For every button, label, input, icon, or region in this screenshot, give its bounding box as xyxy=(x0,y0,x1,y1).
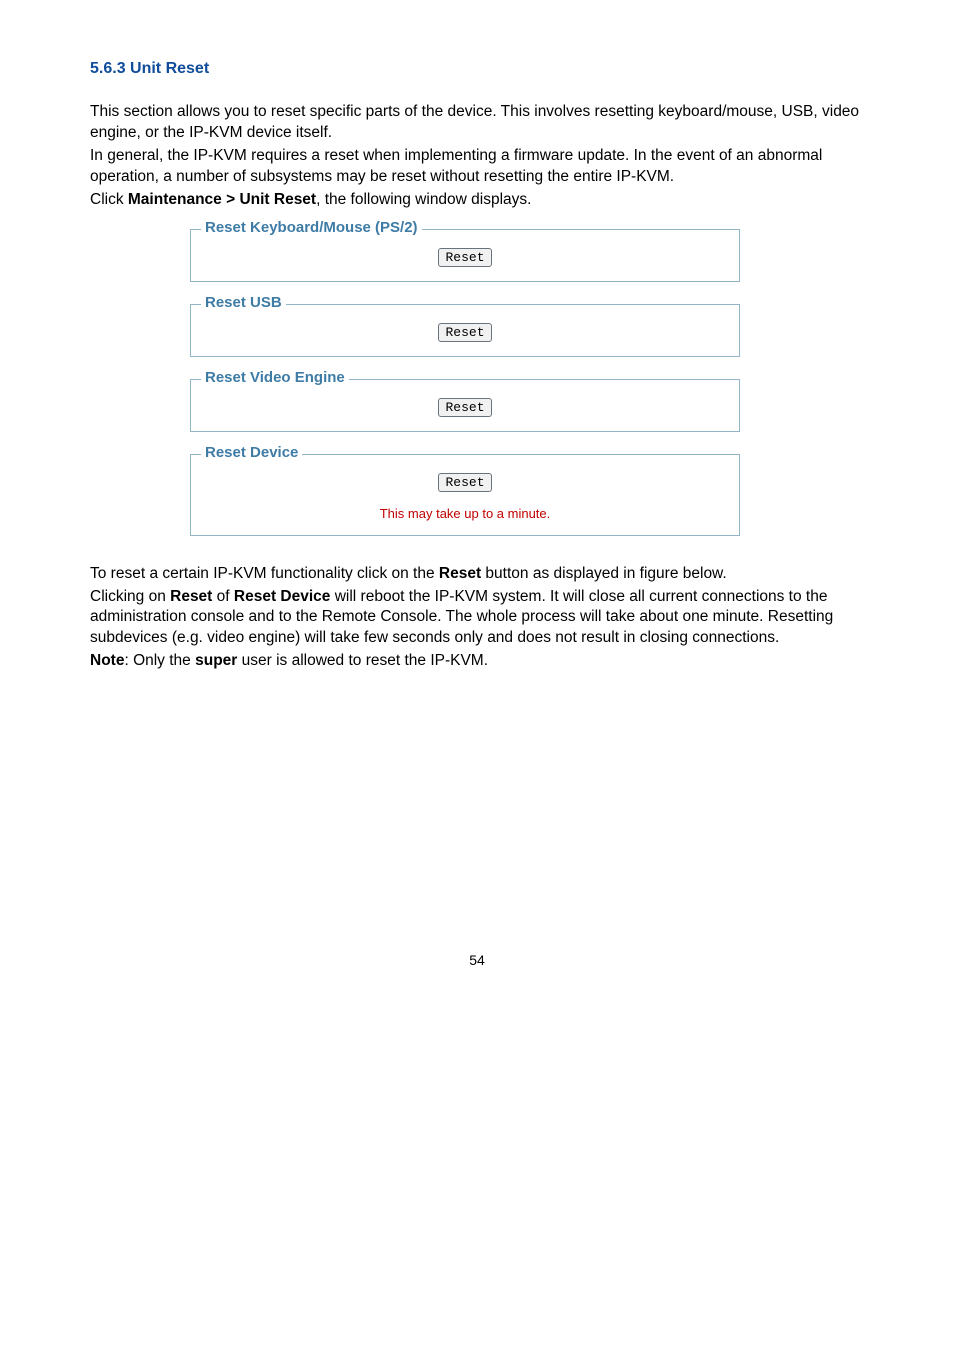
fieldset-reset-device: Reset Device Reset This may take up to a… xyxy=(190,454,740,536)
outro-para-2: Clicking on Reset of Reset Device will r… xyxy=(90,587,864,650)
intro-para-3: Click Maintenance > Unit Reset, the foll… xyxy=(90,190,864,211)
fieldset-reset-video-engine: Reset Video Engine Reset xyxy=(190,379,740,432)
reset-panels: Reset Keyboard/Mouse (PS/2) Reset Reset … xyxy=(190,229,740,536)
intro-para-1: This section allows you to reset specifi… xyxy=(90,102,864,144)
legend-device: Reset Device xyxy=(201,444,302,461)
fieldset-reset-usb: Reset USB Reset xyxy=(190,304,740,357)
intro-p3-bold: Maintenance > Unit Reset xyxy=(128,191,316,208)
page-number: 54 xyxy=(90,952,864,968)
outro-p3-mid1: : Only the xyxy=(124,652,195,669)
reset-keyboard-mouse-button[interactable]: Reset xyxy=(438,248,491,267)
intro-para-2: In general, the IP-KVM requires a reset … xyxy=(90,146,864,188)
legend-video-engine: Reset Video Engine xyxy=(201,369,349,386)
reset-device-button[interactable]: Reset xyxy=(438,473,491,492)
outro-p2-mid: of xyxy=(212,588,234,605)
fieldset-reset-keyboard-mouse: Reset Keyboard/Mouse (PS/2) Reset xyxy=(190,229,740,282)
reset-usb-button[interactable]: Reset xyxy=(438,323,491,342)
outro-p2-bold1: Reset xyxy=(170,588,212,605)
outro-p1-post: button as displayed in figure below. xyxy=(481,565,727,582)
outro-p3-note: Note xyxy=(90,652,124,669)
outro-p3-post: user is allowed to reset the IP-KVM. xyxy=(237,652,488,669)
outro-block: To reset a certain IP-KVM functionality … xyxy=(90,564,864,673)
outro-p3-super: super xyxy=(195,652,237,669)
intro-block: This section allows you to reset specifi… xyxy=(90,102,864,211)
legend-usb: Reset USB xyxy=(201,294,286,311)
reset-device-warning: This may take up to a minute. xyxy=(203,506,727,521)
outro-para-3: Note: Only the super user is allowed to … xyxy=(90,651,864,672)
outro-p2-pre: Clicking on xyxy=(90,588,170,605)
outro-p1-pre: To reset a certain IP-KVM functionality … xyxy=(90,565,439,582)
intro-p3-post: , the following window displays. xyxy=(316,191,531,208)
intro-p3-pre: Click xyxy=(90,191,128,208)
outro-para-1: To reset a certain IP-KVM functionality … xyxy=(90,564,864,585)
outro-p2-bold2: Reset Device xyxy=(234,588,331,605)
section-heading: 5.6.3 Unit Reset xyxy=(90,60,864,78)
reset-video-engine-button[interactable]: Reset xyxy=(438,398,491,417)
legend-keyboard-mouse: Reset Keyboard/Mouse (PS/2) xyxy=(201,219,422,236)
outro-p1-bold: Reset xyxy=(439,565,481,582)
